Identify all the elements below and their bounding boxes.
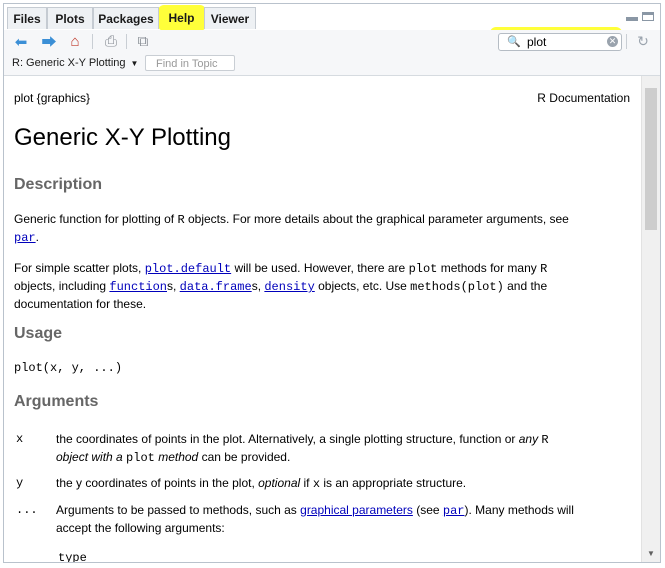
print-icon[interactable]: ⎙ bbox=[102, 33, 120, 50]
toolbar-divider bbox=[92, 34, 93, 49]
graphical-parameters-link[interactable]: graphical parameters bbox=[300, 503, 413, 517]
usage-heading: Usage bbox=[14, 325, 63, 342]
scroll-down-icon[interactable]: ▼ bbox=[647, 549, 655, 558]
plot-default-link[interactable]: plot.default bbox=[145, 262, 231, 276]
description-heading: Description bbox=[14, 176, 103, 193]
par-link-2[interactable]: par bbox=[443, 504, 465, 518]
toolbar-divider bbox=[126, 34, 127, 49]
par-link[interactable]: par bbox=[14, 231, 36, 245]
search-icon: 🔍 bbox=[507, 36, 521, 48]
function-link[interactable]: function bbox=[109, 280, 167, 294]
tab-plots[interactable]: Plots bbox=[47, 7, 93, 29]
help-toolbar: ⬅ ⮕ ⌂ ⎙ ⧉ 🔍 plot ✕ ↻ bbox=[4, 30, 660, 54]
description-para-1: Generic function for plotting of R objec… bbox=[14, 212, 569, 245]
find-in-topic-input[interactable]: Find in Topic bbox=[145, 55, 235, 71]
arg-y-desc: the y coordinates of points in the plot,… bbox=[56, 476, 467, 491]
back-arrow-icon[interactable]: ⬅ bbox=[12, 33, 30, 51]
minimize-icon[interactable] bbox=[626, 17, 638, 21]
tab-files[interactable]: Files bbox=[7, 7, 47, 29]
topic-dropdown[interactable]: R: Generic X-Y Plotting ▼ bbox=[12, 57, 138, 69]
window-controls bbox=[626, 12, 654, 21]
maximize-icon[interactable] bbox=[642, 12, 654, 21]
help-pane: Files Plots Packages Help Viewer ⬅ ⮕ ⌂ ⎙… bbox=[3, 3, 661, 563]
scrollbar-thumb[interactable] bbox=[645, 88, 657, 230]
arguments-heading: Arguments bbox=[14, 393, 99, 410]
page-title: Generic X-Y Plotting bbox=[14, 124, 231, 151]
doc-header: plot {graphics} R Documentation bbox=[14, 91, 630, 105]
type-arg-code: type bbox=[58, 551, 87, 562]
density-link[interactable]: density bbox=[264, 280, 314, 294]
topic-label: R: Generic X-Y Plotting bbox=[12, 57, 126, 69]
home-icon[interactable]: ⌂ bbox=[66, 33, 84, 50]
tab-help[interactable]: Help bbox=[159, 7, 204, 31]
help-search-box[interactable]: 🔍 plot ✕ bbox=[498, 33, 622, 51]
arg-y-name: y bbox=[16, 476, 24, 490]
description-para-2: For simple scatter plots, plot.default w… bbox=[14, 261, 548, 311]
topic-bar: R: Generic X-Y Plotting ▼ Find in Topic bbox=[4, 53, 660, 76]
forward-arrow-icon[interactable]: ⮕ bbox=[40, 33, 58, 51]
arg-x-desc: the coordinates of points in the plot. A… bbox=[56, 432, 549, 465]
arg-dots-desc: Arguments to be passed to methods, such … bbox=[56, 503, 574, 535]
usage-code: plot(x, y, ...) bbox=[14, 361, 123, 375]
toolbar-divider bbox=[626, 34, 627, 49]
data-frame-link[interactable]: data.frame bbox=[180, 280, 252, 294]
arg-x-name: x bbox=[16, 432, 24, 446]
popout-icon[interactable]: ⧉ bbox=[134, 33, 152, 50]
chevron-down-icon: ▼ bbox=[130, 59, 139, 68]
clear-icon[interactable]: ✕ bbox=[607, 36, 618, 47]
arg-dots-name: ... bbox=[16, 503, 38, 517]
search-input[interactable]: plot bbox=[527, 35, 546, 49]
refresh-icon[interactable]: ↻ bbox=[634, 33, 652, 50]
help-content: plot {graphics} R Documentation Generic … bbox=[4, 76, 641, 562]
tab-packages[interactable]: Packages bbox=[93, 7, 159, 29]
doc-package: plot {graphics} bbox=[14, 91, 91, 105]
tab-viewer[interactable]: Viewer bbox=[204, 7, 256, 29]
vertical-scrollbar[interactable]: ▼ bbox=[641, 76, 660, 562]
doc-source: R Documentation bbox=[537, 91, 630, 105]
